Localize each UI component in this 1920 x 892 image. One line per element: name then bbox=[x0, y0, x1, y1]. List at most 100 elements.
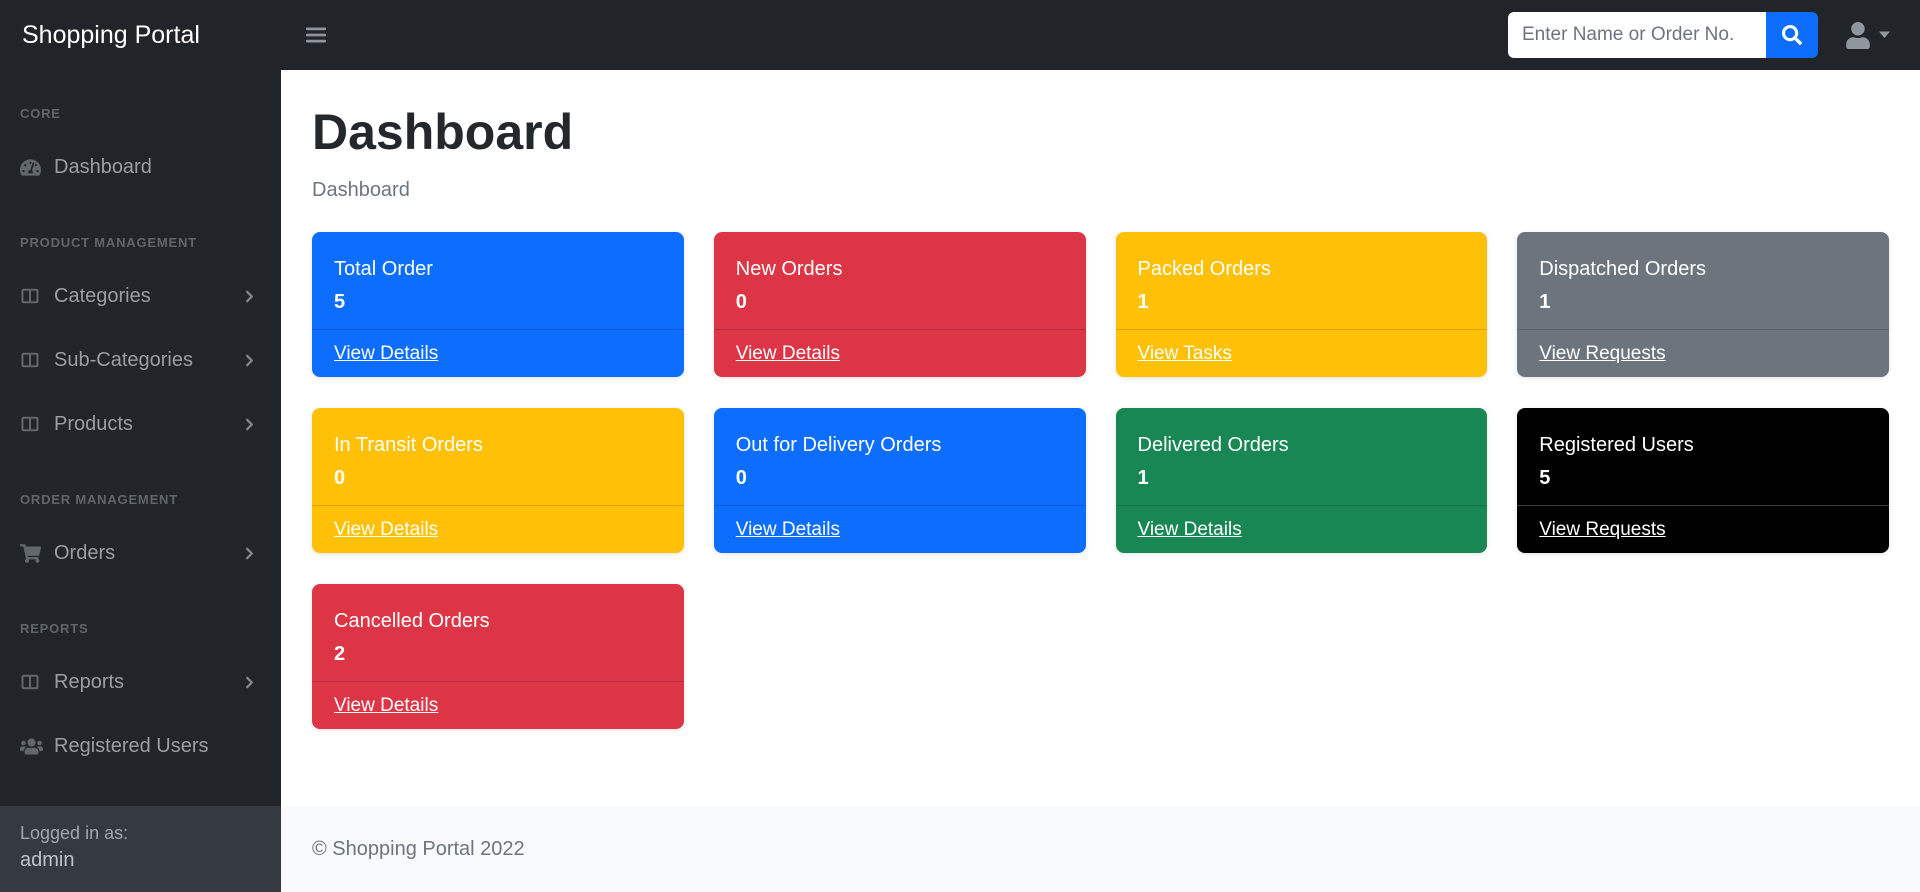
card-title: Packed Orders bbox=[1138, 257, 1466, 282]
card-total-order: Total Order 5 View Details bbox=[312, 232, 684, 377]
card-body: Packed Orders 1 bbox=[1116, 232, 1488, 329]
sidebar-item-label: Sub-Categories bbox=[54, 349, 193, 372]
sidebar-item-label: Categories bbox=[54, 285, 151, 308]
table-icon bbox=[20, 672, 54, 692]
search-input[interactable] bbox=[1508, 12, 1766, 58]
chevron-right-icon bbox=[242, 289, 257, 304]
card-body: Cancelled Orders 2 bbox=[312, 584, 684, 681]
summary-cards-grid: Total Order 5 View Details New Orders 0 … bbox=[312, 232, 1889, 729]
logged-in-username: admin bbox=[20, 846, 261, 874]
logged-in-as-label: Logged in as: bbox=[20, 821, 261, 846]
card-title: Delivered Orders bbox=[1138, 433, 1466, 458]
caret-down-icon bbox=[1879, 31, 1890, 39]
card-title: Registered Users bbox=[1539, 433, 1867, 458]
sidebar-item-reports[interactable]: Reports bbox=[0, 650, 281, 714]
users-icon bbox=[20, 737, 54, 756]
user-icon bbox=[1846, 22, 1870, 49]
card-footer: View Requests bbox=[1517, 505, 1889, 553]
view-requests-link[interactable]: View Requests bbox=[1539, 519, 1665, 541]
card-value: 1 bbox=[1138, 291, 1466, 314]
sidebar-item-sub-categories[interactable]: Sub-Categories bbox=[0, 328, 281, 392]
search-button[interactable] bbox=[1766, 12, 1818, 58]
card-out-for-delivery-orders: Out for Delivery Orders 0 View Details bbox=[714, 408, 1086, 553]
view-details-link[interactable]: View Details bbox=[334, 343, 438, 365]
card-value: 0 bbox=[736, 291, 1064, 314]
page-footer: © Shopping Portal 2022 bbox=[281, 807, 1920, 892]
sidebar-footer: Logged in as: admin bbox=[0, 806, 281, 892]
card-footer: View Requests bbox=[1517, 329, 1889, 377]
card-value: 0 bbox=[736, 467, 1064, 490]
card-value: 5 bbox=[1539, 467, 1867, 490]
card-registered-users: Registered Users 5 View Requests bbox=[1517, 408, 1889, 553]
card-body: Delivered Orders 1 bbox=[1116, 408, 1488, 505]
card-footer: View Details bbox=[714, 505, 1086, 553]
card-footer: View Tasks bbox=[1116, 329, 1488, 377]
view-details-link[interactable]: View Details bbox=[334, 695, 438, 717]
card-cancelled-orders: Cancelled Orders 2 View Details bbox=[312, 584, 684, 729]
brand-title[interactable]: Shopping Portal bbox=[0, 0, 281, 70]
view-requests-link[interactable]: View Requests bbox=[1539, 343, 1665, 365]
card-title: Out for Delivery Orders bbox=[736, 433, 1064, 458]
card-value: 1 bbox=[1138, 467, 1466, 490]
navbar-search bbox=[1508, 12, 1818, 58]
sidebar-heading-product-management: PRODUCT MANAGEMENT bbox=[0, 199, 281, 264]
chevron-right-icon bbox=[242, 417, 257, 432]
card-footer: View Details bbox=[1116, 505, 1488, 553]
card-new-orders: New Orders 0 View Details bbox=[714, 232, 1086, 377]
card-delivered-orders: Delivered Orders 1 View Details bbox=[1116, 408, 1488, 553]
user-dropdown[interactable] bbox=[1846, 22, 1890, 49]
sidebar: CORE Dashboard PRODUCT MANAGEMENT Catego… bbox=[0, 70, 281, 892]
card-value: 0 bbox=[334, 467, 662, 490]
card-body: Out for Delivery Orders 0 bbox=[714, 408, 1086, 505]
sidebar-item-dashboard[interactable]: Dashboard bbox=[0, 135, 281, 199]
sidebar-item-orders[interactable]: Orders bbox=[0, 521, 281, 585]
sidebar-item-categories[interactable]: Categories bbox=[0, 264, 281, 328]
bars-icon bbox=[305, 26, 327, 44]
card-body: Registered Users 5 bbox=[1517, 408, 1889, 505]
card-body: Dispatched Orders 1 bbox=[1517, 232, 1889, 329]
tachometer-icon bbox=[20, 158, 54, 177]
sidebar-menu: CORE Dashboard PRODUCT MANAGEMENT Catego… bbox=[0, 70, 281, 806]
view-details-link[interactable]: View Details bbox=[736, 343, 840, 365]
sidebar-item-label: Products bbox=[54, 413, 133, 436]
view-tasks-link[interactable]: View Tasks bbox=[1138, 343, 1232, 365]
top-navbar: Shopping Portal bbox=[0, 0, 1920, 70]
card-footer: View Details bbox=[312, 329, 684, 377]
chevron-right-icon bbox=[242, 675, 257, 690]
view-details-link[interactable]: View Details bbox=[334, 519, 438, 541]
card-value: 1 bbox=[1539, 291, 1867, 314]
search-icon bbox=[1782, 25, 1802, 45]
cart-icon bbox=[20, 544, 54, 563]
card-packed-orders: Packed Orders 1 View Tasks bbox=[1116, 232, 1488, 377]
card-dispatched-orders: Dispatched Orders 1 View Requests bbox=[1517, 232, 1889, 377]
sidebar-item-label: Reports bbox=[54, 671, 124, 694]
card-value: 5 bbox=[334, 291, 662, 314]
sidebar-item-label: Orders bbox=[54, 542, 115, 565]
main-area: Dashboard Dashboard Total Order 5 View D… bbox=[281, 0, 1920, 892]
table-icon bbox=[20, 350, 54, 370]
card-footer: View Details bbox=[312, 681, 684, 729]
sidebar-item-registered-users[interactable]: Registered Users bbox=[0, 714, 281, 778]
sidebar-item-products[interactable]: Products bbox=[0, 392, 281, 456]
copyright-text: © Shopping Portal 2022 bbox=[312, 838, 525, 861]
sidebar-heading-core: CORE bbox=[0, 70, 281, 135]
sidebar-item-label: Registered Users bbox=[54, 735, 209, 758]
card-body: Total Order 5 bbox=[312, 232, 684, 329]
card-in-transit-orders: In Transit Orders 0 View Details bbox=[312, 408, 684, 553]
page-title: Dashboard bbox=[312, 104, 1889, 160]
card-title: Dispatched Orders bbox=[1539, 257, 1867, 282]
sidebar-toggle-button[interactable] bbox=[299, 20, 333, 50]
card-title: In Transit Orders bbox=[334, 433, 662, 458]
main-content: Dashboard Dashboard Total Order 5 View D… bbox=[281, 70, 1920, 807]
view-details-link[interactable]: View Details bbox=[736, 519, 840, 541]
view-details-link[interactable]: View Details bbox=[1138, 519, 1242, 541]
card-title: Total Order bbox=[334, 257, 662, 282]
sidebar-heading-reports: REPORTS bbox=[0, 585, 281, 650]
chevron-right-icon bbox=[242, 546, 257, 561]
sidebar-item-label: Dashboard bbox=[54, 156, 152, 179]
card-body: In Transit Orders 0 bbox=[312, 408, 684, 505]
card-footer: View Details bbox=[312, 505, 684, 553]
card-value: 2 bbox=[334, 643, 662, 666]
card-title: New Orders bbox=[736, 257, 1064, 282]
breadcrumb: Dashboard bbox=[312, 178, 1889, 202]
